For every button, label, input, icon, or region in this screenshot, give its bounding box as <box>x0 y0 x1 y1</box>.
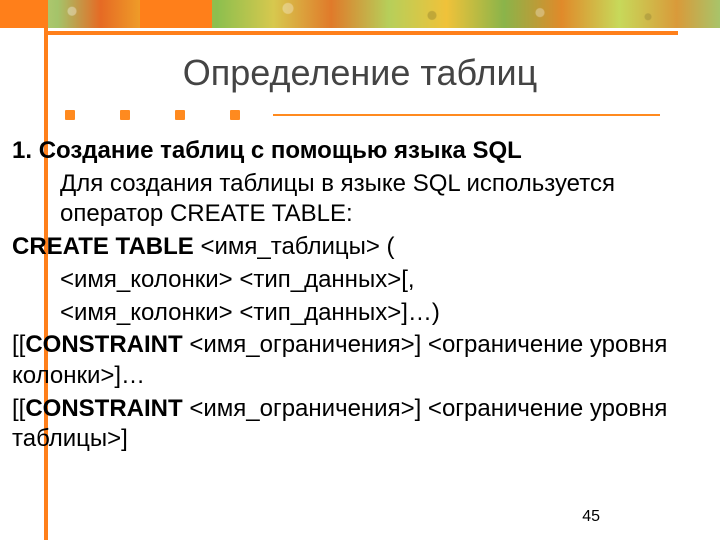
create-table-args: <имя_таблицы> ( <box>194 233 395 260</box>
banner-accent-block <box>140 0 212 28</box>
kw-constraint-2: CONSTRAINT <box>25 395 182 422</box>
banner-left-block <box>0 0 48 28</box>
page-number: 45 <box>582 508 600 526</box>
intro-text: Для создания таблицы в языке SQL использ… <box>12 169 690 230</box>
divider-dots <box>65 110 660 120</box>
slide-body: 1. Создание таблиц с помощью языка SQL Д… <box>12 136 690 457</box>
constraint2-pre: [[ <box>12 395 25 422</box>
kw-constraint-1: CONSTRAINT <box>25 331 182 358</box>
column-def-2: <имя_колонки> <тип_данных>]…) <box>12 298 690 329</box>
slide-title: Определение таблиц <box>0 52 720 94</box>
section-number: 1. <box>12 137 39 164</box>
column-def-1: <имя_колонки> <тип_данных>[, <box>12 265 690 296</box>
horizontal-rule <box>48 31 678 35</box>
constraint1-pre: [[ <box>12 331 25 358</box>
section-heading: Создание таблиц с помощью языка SQL <box>39 137 522 164</box>
slide: Определение таблиц 1. Создание таблиц с … <box>0 0 720 540</box>
decorative-banner <box>0 0 720 28</box>
kw-create-table: CREATE TABLE <box>12 233 194 260</box>
